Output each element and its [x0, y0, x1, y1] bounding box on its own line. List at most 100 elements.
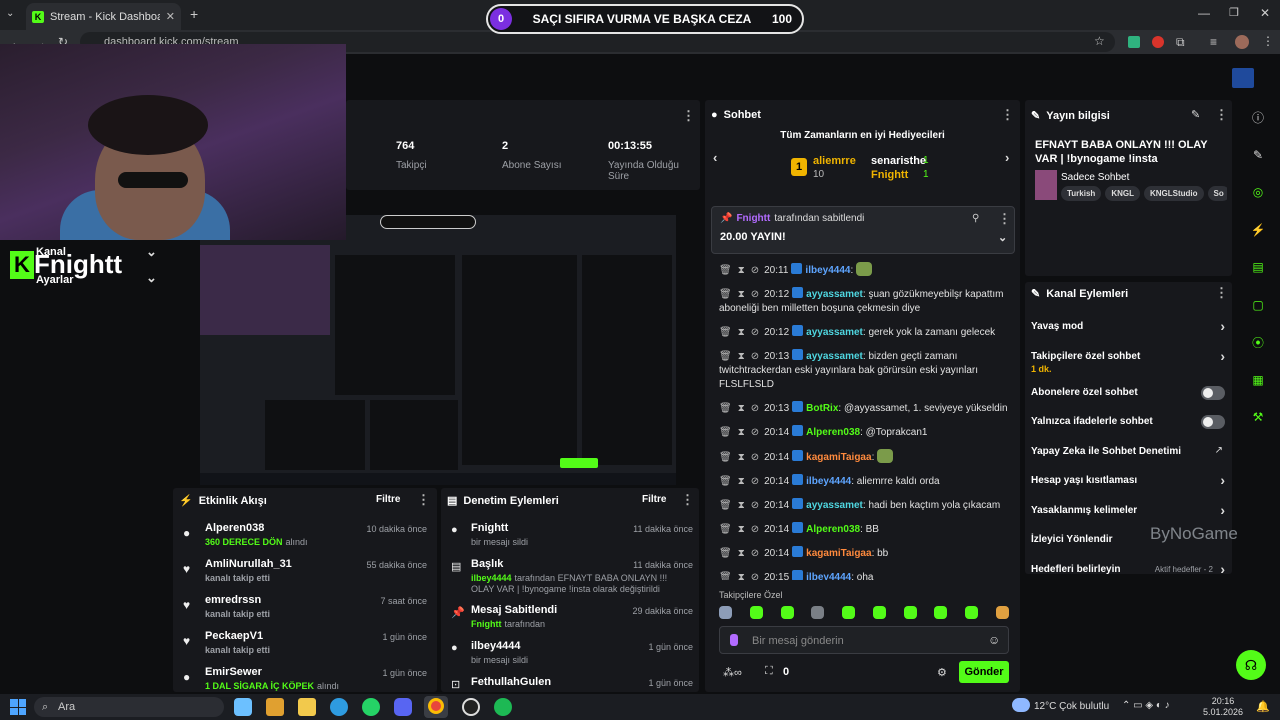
category-name[interactable]: Sadece Sohbet — [1061, 172, 1129, 183]
new-tab-button[interactable]: + — [190, 6, 198, 22]
bolt-icon[interactable]: ⚡ — [1247, 219, 1269, 241]
channel-action-item[interactable]: Yapay Zeka ile Sohbet Denetimi ↗ — [1031, 443, 1227, 473]
ban-icon[interactable]: ⊘ — [751, 327, 759, 338]
ban-icon[interactable]: ⊘ — [751, 427, 759, 438]
activity-user[interactable]: AmliNurullah_31 — [205, 558, 292, 570]
obs-icon[interactable] — [462, 698, 480, 716]
mic-icon[interactable] — [730, 634, 738, 646]
extensions-puzzle-icon[interactable]: ⧉ — [1176, 35, 1185, 50]
ban-icon[interactable]: ⊘ — [751, 476, 759, 487]
user-avatar[interactable] — [1232, 68, 1254, 88]
emote-icon[interactable] — [780, 606, 794, 619]
chat-icon[interactable]: ▢ — [1247, 294, 1269, 316]
timeout-icon[interactable]: ⧗ — [738, 327, 745, 338]
chat-message[interactable]: 🗑 ⧗ ⊘ 20:14 kagamiTaigaa: — [719, 449, 1011, 465]
menu-channel[interactable]: Kanal — [36, 246, 66, 258]
chat-message[interactable]: 🗑 ⧗ ⊘ 20:13 BotRix: @ayyassamet, 1. seviyeye… — [719, 401, 1011, 416]
moderation-user[interactable]: ilbey4444 — [471, 573, 512, 583]
toggle-switch[interactable] — [1201, 415, 1225, 429]
taskbar-date[interactable]: 5.01.2026 — [1200, 707, 1246, 717]
ban-icon[interactable]: ⊘ — [751, 452, 759, 463]
channel-action-item[interactable]: Yalnızca ifadelerle sohbet — [1031, 413, 1227, 443]
pinned-more-icon[interactable]: ⋮ — [998, 211, 1011, 227]
channel-action-item[interactable]: Abonelere özel sohbet — [1031, 384, 1227, 414]
whatsapp-icon[interactable] — [362, 698, 380, 716]
emote-icon[interactable] — [965, 606, 979, 619]
chevron-right-icon[interactable]: › — [1220, 348, 1225, 364]
chat-message[interactable]: 🗑 ⧗ ⊘ 20:14 Alperen038: @Toprakcan1 — [719, 425, 1011, 440]
toggle-switch[interactable] — [1201, 385, 1225, 400]
timeout-icon[interactable]: ⧗ — [738, 476, 745, 487]
support-chat-icon[interactable]: ☊ — [1236, 650, 1266, 680]
queue-icon[interactable]: ▤ — [1247, 256, 1269, 278]
stats-more-icon[interactable]: ⋮ — [682, 108, 695, 124]
bookmark-star-icon[interactable]: ☆ — [1094, 34, 1105, 48]
chat-settings-icon[interactable]: ⚙ — [937, 666, 947, 679]
tab-close-icon[interactable]: ✕ — [166, 10, 175, 23]
delete-icon[interactable]: 🗑 — [719, 403, 732, 414]
browser-menu-icon[interactable]: ⋮ — [1262, 34, 1274, 48]
extension-icon[interactable] — [1128, 36, 1140, 48]
tag-chip[interactable]: KNGLStudio — [1143, 186, 1204, 201]
emote-icon[interactable] — [811, 606, 825, 619]
channel-points-icon[interactable]: ⁂∞ — [723, 666, 742, 679]
delete-icon[interactable]: 🗑 — [719, 476, 732, 487]
emote-icon[interactable] — [719, 606, 732, 619]
ban-icon[interactable]: ⊘ — [751, 572, 759, 580]
emote-icon[interactable] — [934, 606, 948, 619]
stream-info-more-icon[interactable]: ⋮ — [1215, 107, 1228, 123]
moderation-item[interactable]: 📌 Mesaj Sabitlendi Fnightt tarafından 29 dak… — [449, 604, 693, 640]
tab-search-icon[interactable]: ⌄ — [6, 8, 20, 22]
chat-username[interactable]: Alperen038 — [806, 524, 860, 535]
timeout-icon[interactable]: ⧗ — [738, 524, 745, 535]
extension-2-icon[interactable] — [1152, 36, 1164, 48]
ban-icon[interactable]: ⊘ — [751, 403, 759, 414]
delete-icon[interactable]: 🗑 — [719, 548, 732, 559]
timeout-icon[interactable]: ⧗ — [738, 289, 745, 300]
ban-icon[interactable]: ⊘ — [751, 500, 759, 511]
timeout-icon[interactable]: ⧗ — [738, 403, 745, 414]
taskbar-time[interactable]: 20:16 — [1204, 696, 1242, 706]
spotify-icon[interactable] — [494, 698, 512, 716]
emote-icon[interactable] — [749, 606, 763, 619]
layout-icon[interactable]: ▦ — [1247, 369, 1269, 391]
media-icon[interactable]: ≡ — [1210, 35, 1217, 49]
chevron-right-icon[interactable]: › — [1220, 502, 1225, 518]
emote-icon[interactable] — [842, 606, 856, 619]
chat-message[interactable]: 🗑 ⧗ ⊘ 20:12 ayyassamet: gerek yok la zamanı … — [719, 325, 1011, 340]
pinned-by-user[interactable]: Fnightt — [736, 213, 770, 224]
chat-message[interactable]: 🗑 ⧗ ⊘ 20:14 ilbey4444: aliemrre kaldı orda — [719, 474, 1011, 489]
moderation-user[interactable]: Fnightt — [471, 619, 502, 629]
emote-icon[interactable] — [995, 606, 1009, 619]
broadcast-icon[interactable]: ⦿ — [1247, 331, 1269, 353]
emote-icon[interactable] — [872, 606, 886, 619]
tag-chip[interactable]: Turkish — [1061, 186, 1102, 201]
tools-icon[interactable]: ⚒ — [1247, 406, 1269, 428]
chevron-right-icon[interactable]: › — [1220, 472, 1225, 488]
chat-message[interactable]: 🗑 ⧗ ⊘ 20:14 Alperen038: BB — [719, 522, 1011, 537]
chat-message[interactable]: 🗑 ⧗ ⊘ 20:15 ilbey4444: oha — [719, 570, 1011, 580]
chat-message[interactable]: 🗑 ⧗ ⊘ 20:11 ilbey4444: — [719, 262, 1011, 278]
chat-username[interactable]: ayyassamet — [806, 500, 863, 511]
gifter-1-name[interactable]: aliemrre — [813, 155, 856, 167]
browser-tab[interactable]: K Stream - Kick Dashboard ✕ — [26, 3, 181, 30]
activity-item[interactable]: ● Alperen038 360 DERECE DÖN alındı 10 dakika… — [181, 522, 431, 558]
stream-preview[interactable] — [200, 215, 676, 485]
unpin-icon[interactable]: ⚲ — [972, 213, 979, 224]
edit-stream-info-icon[interactable]: ✎ — [1191, 108, 1200, 121]
ban-icon[interactable]: ⊘ — [751, 265, 759, 276]
chat-username[interactable]: ayyassamet — [806, 351, 863, 362]
chat-username[interactable]: ilbey4444 — [805, 265, 850, 276]
tag-chip[interactable]: KNGL — [1105, 186, 1140, 201]
channel-action-item[interactable]: Takipçilere özel sohbet 1 dk. › — [1031, 348, 1227, 384]
edit-icon[interactable]: ✎ — [1247, 144, 1269, 166]
activity-item[interactable]: ♥ AmliNurullah_31 kanalı takip etti 55 daki… — [181, 558, 431, 594]
emoji-icon[interactable]: ☺ — [988, 633, 1000, 647]
channel-action-item[interactable]: Yavaş mod › — [1031, 318, 1227, 348]
chrome-taskbar-button[interactable] — [424, 696, 448, 718]
window-close-icon[interactable]: ✕ — [1260, 6, 1270, 20]
gifter-3-name[interactable]: Fnightt — [871, 169, 908, 181]
pinned-expand-icon[interactable]: ⌄ — [998, 231, 1007, 244]
delete-icon[interactable]: 🗑 — [719, 327, 732, 338]
chat-username[interactable]: kagamiTaigaa — [806, 548, 871, 559]
